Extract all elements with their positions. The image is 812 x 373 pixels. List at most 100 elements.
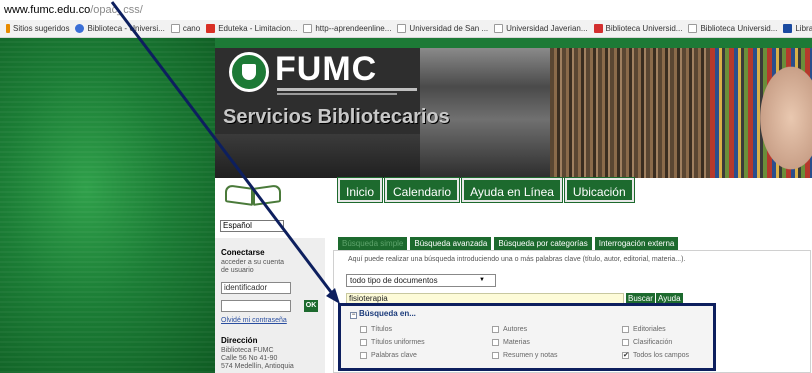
option-label: Resumen y notas (503, 352, 558, 359)
left-sidebar: Conectarse acceder a su cuenta de usuari… (215, 238, 325, 373)
page-icon (688, 24, 698, 33)
main-nav: Inicio Calendario Ayuda en Línea Ubicaci… (336, 177, 635, 203)
left-background-panel (0, 38, 215, 373)
checkbox[interactable] (492, 352, 499, 359)
eduteka-icon (206, 24, 216, 33)
option-materias[interactable]: Materias (492, 339, 530, 346)
bookmark-item[interactable]: Eduteka - Limitacion... (206, 24, 297, 33)
open-book-icon (225, 180, 285, 208)
address-bar[interactable]: www.fumc.edu.co/opac_css/ (0, 0, 812, 20)
page-icon (397, 24, 407, 33)
option-resumen-notas[interactable]: Resumen y notas (492, 352, 557, 359)
address-line: Biblioteca FUMC (221, 347, 274, 354)
chevron-down-icon: ▼ (479, 277, 485, 283)
header-photo-hand (755, 58, 812, 178)
connect-title: Conectarse (221, 248, 265, 257)
bookmark-label: Universidad de San ... (409, 24, 489, 33)
page-icon (494, 24, 504, 33)
option-label: Autores (503, 326, 528, 333)
checkbox-checked[interactable] (622, 351, 629, 359)
option-label: Títulos (371, 326, 393, 333)
flag-icon (593, 24, 603, 33)
forgot-password-link[interactable]: Olvidé mi contraseña (221, 317, 287, 324)
nav-inicio[interactable]: Inicio (336, 177, 384, 203)
site-header: FUMC Servicios Bibliotecarios (215, 38, 812, 178)
bookmark-label: Sitios sugeridos (13, 24, 70, 33)
option-titulos[interactable]: Títulos (360, 326, 392, 333)
bookmark-label: cano (182, 24, 201, 33)
password-field[interactable] (221, 300, 291, 312)
search-tabs: Búsqueda simple Búsqueda avanzada Búsque… (338, 237, 679, 250)
bookmark-label: Biblioteca Universid... (605, 24, 683, 33)
bookmark-item[interactable]: Biblioteca - Universi... (75, 24, 165, 33)
option-autores[interactable]: Autores (492, 326, 527, 333)
option-titulos-uniformes[interactable]: Títulos uniformes (360, 339, 425, 346)
page-icon (170, 24, 180, 33)
search-in-toggle[interactable]: − Búsqueda en... (350, 309, 416, 319)
checkbox[interactable] (360, 326, 367, 333)
checkbox[interactable] (492, 339, 499, 346)
nav-ubicacion[interactable]: Ubicación (563, 177, 635, 203)
tab-busqueda-categorias[interactable]: Búsqueda por categorías (494, 237, 592, 250)
option-editoriales[interactable]: Editoriales (622, 326, 666, 333)
bookmark-item[interactable]: Library of Con (783, 24, 812, 33)
option-label: Materias (503, 339, 530, 346)
bookmark-item[interactable]: Sitios sugeridos (6, 24, 69, 33)
nav-calendario[interactable]: Calendario (384, 177, 461, 203)
checkbox[interactable] (492, 326, 499, 333)
bookmark-label: http--aprendeenline... (315, 24, 392, 33)
bookmark-item[interactable]: http--aprendeenline... (303, 24, 391, 33)
option-label: Editoriales (633, 326, 666, 333)
bookmarks-bar: Sitios sugeridos Biblioteca - Universi..… (0, 20, 812, 38)
bookmark-item[interactable]: Universidad de San ... (397, 24, 488, 33)
option-label: Títulos uniformes (371, 339, 425, 346)
logo-text: FUMC (275, 50, 378, 88)
page-icon (303, 24, 313, 33)
tab-busqueda-simple[interactable]: Búsqueda simple (338, 237, 408, 250)
address-title: Dirección (221, 336, 258, 345)
username-field[interactable]: identificador (221, 282, 291, 294)
header-top-band (215, 38, 812, 48)
bookmark-label: Biblioteca Universid... (700, 24, 778, 33)
login-ok-button[interactable]: OK (304, 300, 318, 312)
search-in-title: Búsqueda en... (359, 309, 416, 318)
logo-emblem-icon (229, 52, 269, 92)
site-logo[interactable]: FUMC (229, 50, 419, 102)
tab-busqueda-avanzada[interactable]: Búsqueda avanzada (410, 237, 492, 250)
nav-ayuda[interactable]: Ayuda en Línea (461, 177, 563, 203)
address-line: Calle 56 No 41-90 (221, 355, 278, 362)
bookmark-item[interactable]: cano (170, 24, 201, 33)
globe-icon (75, 24, 85, 33)
checkbox[interactable] (360, 339, 367, 346)
language-select[interactable]: Español (220, 220, 284, 232)
checkbox[interactable] (622, 339, 629, 346)
tab-interrogacion-externa[interactable]: Interrogación externa (594, 237, 679, 250)
connect-description: acceder a su cuenta de usuario (221, 259, 285, 274)
option-label: Clasificación (633, 339, 673, 346)
option-palabras-clave[interactable]: Palabras clave (360, 352, 417, 359)
option-clasificacion[interactable]: Clasificación (622, 339, 672, 346)
book-page-left (225, 184, 253, 206)
bookmark-item[interactable]: Biblioteca Universid... (688, 24, 777, 33)
url-path: /opac_css/ (90, 4, 143, 16)
logo-tagline-line (277, 88, 417, 91)
header-photo-2 (550, 48, 710, 178)
document-type-select[interactable]: todo tipo de documentos ▼ (346, 274, 496, 287)
book-page-right (253, 184, 281, 206)
option-todos-campos[interactable]: Todos los campos (622, 351, 689, 359)
panel-texture (0, 38, 215, 373)
header-dark-band (215, 134, 420, 178)
bookmark-item[interactable]: Universidad Javerian... (494, 24, 588, 33)
bookmark-item[interactable]: Biblioteca Universid... (593, 24, 683, 33)
page-title: Servicios Bibliotecarios (223, 106, 450, 128)
bookmark-label: Universidad Javerian... (506, 24, 588, 33)
address-line: 574 Medellín, Antioquia (221, 363, 294, 370)
apps-icon (6, 24, 10, 33)
bookmark-label: Biblioteca - Universi... (87, 24, 165, 33)
document-type-value: todo tipo de documentos (350, 276, 438, 285)
library-icon (783, 24, 793, 33)
url-host: www.fumc.edu.co (4, 4, 91, 16)
option-label: Palabras clave (371, 352, 417, 359)
checkbox[interactable] (622, 326, 629, 333)
checkbox[interactable] (360, 352, 367, 359)
